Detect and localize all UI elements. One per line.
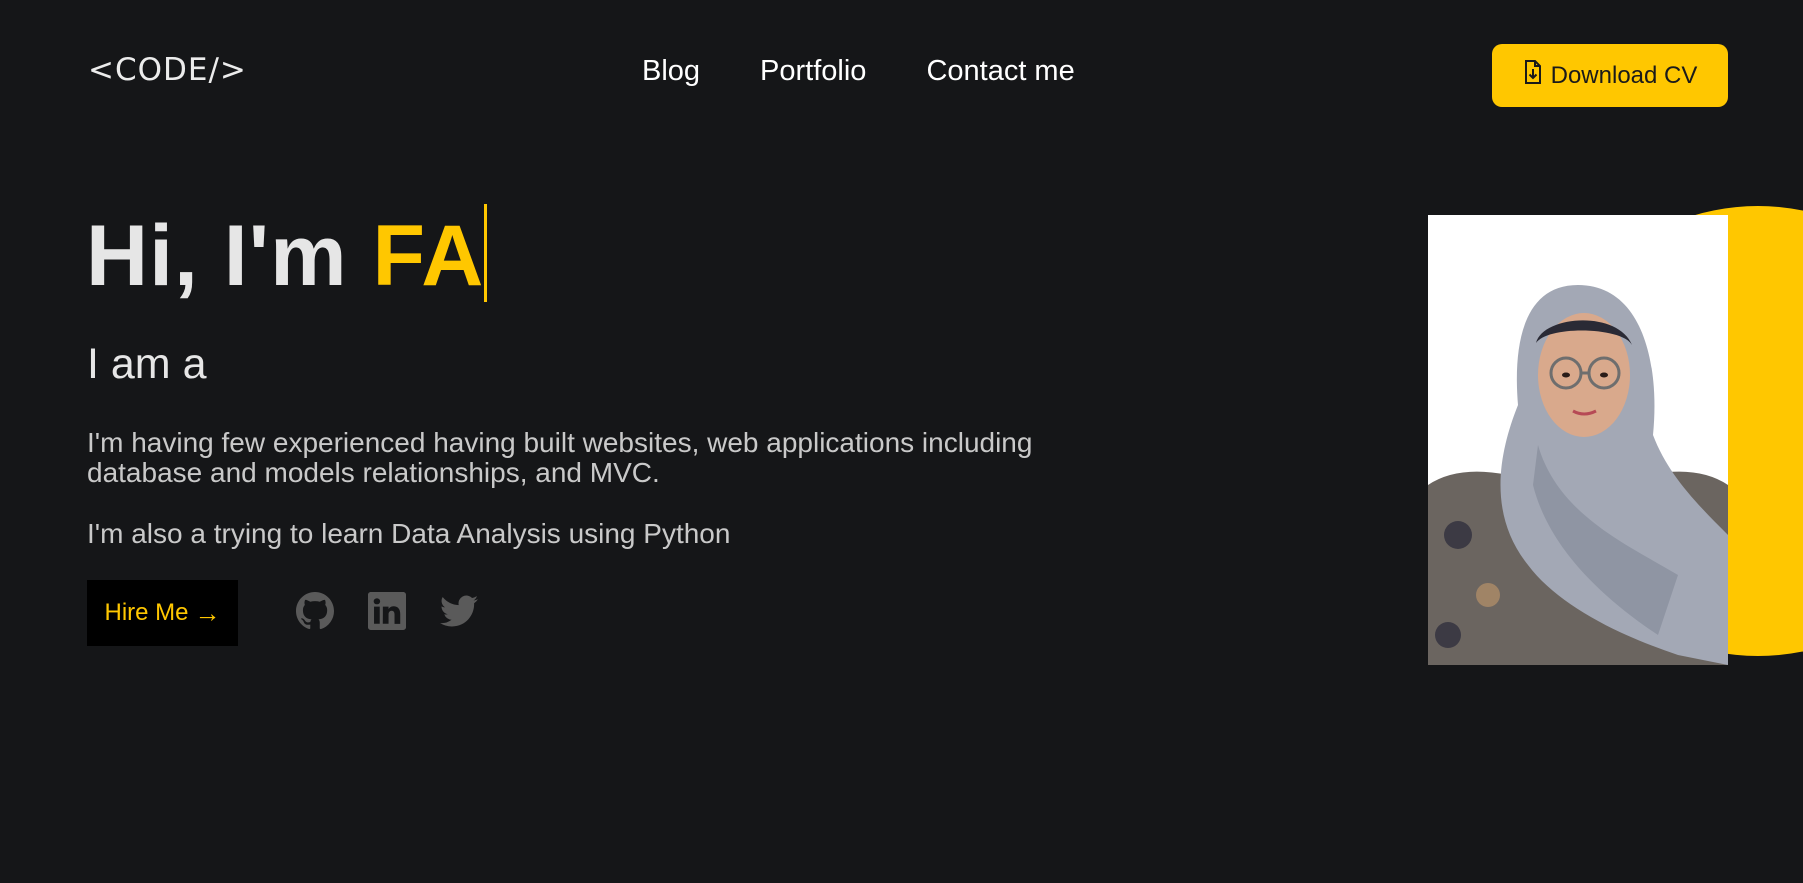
page: <CODE/> Blog Portfolio Contact me Downlo… (0, 0, 1803, 883)
nav-link-blog[interactable]: Blog (642, 55, 700, 88)
hero-typed-name: FA (372, 208, 485, 304)
description-paragraph: I'm having few experienced having built … (87, 427, 1033, 488)
linkedin-icon[interactable] (368, 592, 406, 630)
description-paragraph-2: I'm also a trying to learn Data Analysis… (87, 518, 731, 549)
site-logo[interactable]: <CODE/> (88, 52, 247, 88)
twitter-icon[interactable] (440, 592, 478, 630)
social-links (296, 592, 478, 630)
arrow-right-icon: → (194, 597, 221, 628)
hero-greeting: Hi, I'm (86, 208, 373, 304)
github-icon[interactable] (296, 592, 334, 630)
main-nav: Blog Portfolio Contact me (642, 55, 1075, 88)
file-download-icon (1523, 60, 1543, 91)
typing-cursor (484, 204, 488, 302)
hire-me-label: Hire Me (104, 599, 189, 626)
download-cv-button[interactable]: Download CV (1492, 44, 1728, 107)
hire-me-button[interactable]: Hire Me → (87, 580, 238, 646)
nav-link-portfolio[interactable]: Portfolio (760, 55, 866, 88)
role-text: I am a (87, 340, 207, 388)
hero-heading: Hi, I'm FA (86, 204, 488, 306)
nav-link-contact[interactable]: Contact me (926, 55, 1074, 88)
profile-photo (1428, 215, 1728, 665)
download-cv-label: Download CV (1550, 61, 1698, 89)
